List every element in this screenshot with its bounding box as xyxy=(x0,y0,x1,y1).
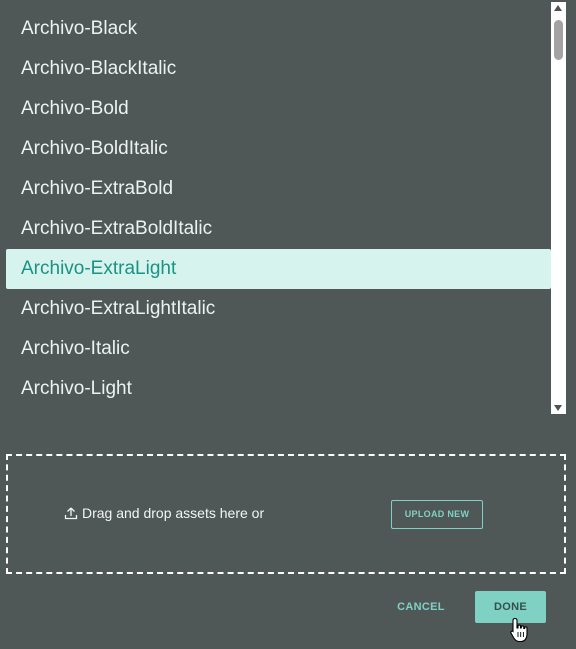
font-item-archivo-blackitalic[interactable]: Archivo-BlackItalic xyxy=(6,49,551,89)
font-list-scrollbar[interactable] xyxy=(551,2,566,414)
font-item-archivo-extrabolditalic[interactable]: Archivo-ExtraBoldItalic xyxy=(6,209,551,249)
font-item-archivo-extrabold[interactable]: Archivo-ExtraBold xyxy=(6,169,551,209)
font-item-archivo-extralightitalic[interactable]: Archivo-ExtraLightItalic xyxy=(6,289,551,329)
font-item-archivo-extralight-selected[interactable]: Archivo-ExtraLight xyxy=(6,249,551,289)
upload-icon xyxy=(64,507,78,520)
dropzone-message: Drag and drop assets here or xyxy=(64,505,264,521)
font-item-archivo-light[interactable]: Archivo-Light xyxy=(6,369,551,409)
asset-dropzone[interactable]: Drag and drop assets here or UPLOAD NEW xyxy=(6,454,566,574)
font-list: Archivo-Black Archivo-BlackItalic Archiv… xyxy=(6,0,551,410)
font-item-archivo-black[interactable]: Archivo-Black xyxy=(6,9,551,49)
scrollbar-thumb[interactable] xyxy=(554,20,563,60)
font-item-archivo-italic[interactable]: Archivo-Italic xyxy=(6,329,551,369)
asset-picker-dialog: Archivo-Black Archivo-BlackItalic Archiv… xyxy=(0,0,576,649)
cancel-button[interactable]: CANCEL xyxy=(386,592,456,622)
dropzone-text: Drag and drop assets here or xyxy=(82,505,265,521)
scroll-down-arrow-icon[interactable] xyxy=(554,405,562,411)
hand-pointer-cursor-icon xyxy=(510,617,528,643)
font-item-archivo-bolditalic[interactable]: Archivo-BoldItalic xyxy=(6,129,551,169)
scroll-up-arrow-icon[interactable] xyxy=(554,5,562,11)
upload-new-button[interactable]: UPLOAD NEW xyxy=(391,500,483,529)
font-item-archivo-bold[interactable]: Archivo-Bold xyxy=(6,89,551,129)
